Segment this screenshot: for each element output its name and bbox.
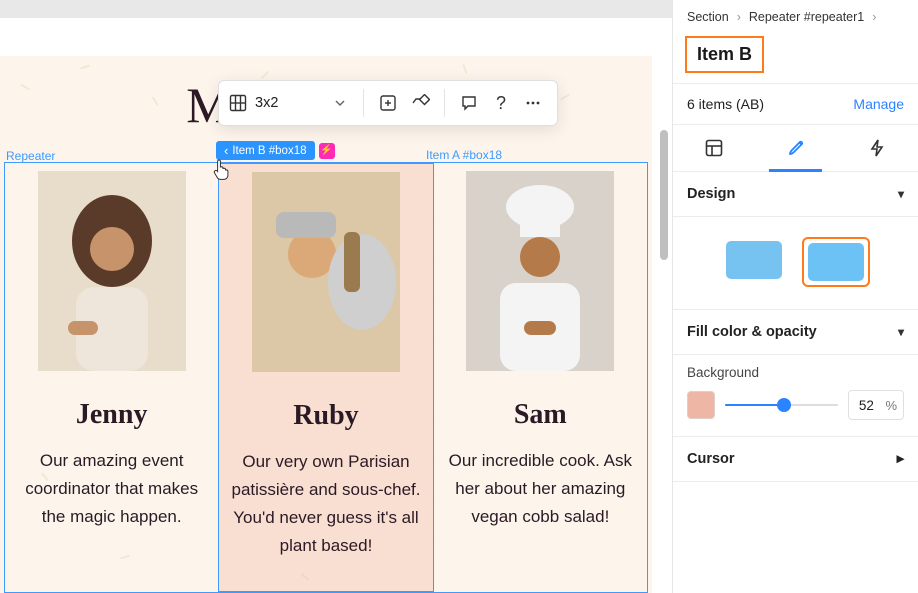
card-ruby[interactable]: Ruby Our very own Parisian patissière an… xyxy=(218,163,433,592)
swatch-1-wrap xyxy=(722,237,786,287)
chevron-down-icon xyxy=(329,92,351,114)
breadcrumb-section[interactable]: Section xyxy=(687,10,729,24)
card-jenny[interactable]: Jenny Our amazing event coordinator that… xyxy=(5,163,218,592)
tab-interactions[interactable] xyxy=(836,125,918,171)
cursor-label: Cursor xyxy=(687,451,735,467)
card-image[interactable] xyxy=(466,171,614,371)
swatch-2[interactable] xyxy=(808,243,864,281)
chevron-right-icon: ▸ xyxy=(897,451,904,467)
cards-row: Jenny Our amazing event coordinator that… xyxy=(5,163,647,592)
card-name[interactable]: Ruby xyxy=(293,400,358,432)
panel-title: Item B xyxy=(697,44,752,64)
bolt-icon[interactable]: ⚡ xyxy=(319,143,335,159)
opacity-slider[interactable] xyxy=(725,396,838,414)
opacity-input-box: % xyxy=(848,390,904,420)
help-button[interactable]: ? xyxy=(485,87,517,119)
fill-section-header[interactable]: Fill color & opacity ▾ xyxy=(673,310,918,355)
design-label: Design xyxy=(687,186,735,202)
items-summary: 6 items (AB) xyxy=(687,96,764,112)
opacity-unit: % xyxy=(883,398,903,413)
background-color-swatch[interactable] xyxy=(687,391,715,419)
panel-tabs xyxy=(673,124,918,172)
card-sam[interactable]: Sam Our incredible cook. Ask her about h… xyxy=(434,163,647,592)
card-desc[interactable]: Our incredible cook. Ask her about her a… xyxy=(442,447,639,531)
tab-design[interactable] xyxy=(755,125,837,171)
design-section-header[interactable]: Design ▾ xyxy=(673,172,918,217)
panel-title-highlight: Item B xyxy=(685,36,764,73)
comment-button[interactable] xyxy=(453,87,485,119)
fill-label: Fill color & opacity xyxy=(687,324,817,340)
repeater-label[interactable]: Repeater xyxy=(6,149,55,163)
canvas-content[interactable]: Meet the team Repeater Item B #box18 ⚡ I… xyxy=(0,56,652,593)
card-name[interactable]: Jenny xyxy=(76,399,148,431)
floating-toolbar: 3x2 ? xyxy=(218,80,558,126)
item-a-chip[interactable]: Item A #box18 xyxy=(426,148,502,162)
canvas-top-strip xyxy=(0,0,672,18)
manage-link[interactable]: Manage xyxy=(853,96,904,112)
grid-select[interactable]: 3x2 xyxy=(219,81,363,125)
swatch-2-wrap xyxy=(802,237,870,287)
background-label: Background xyxy=(687,365,904,380)
slider-fill xyxy=(725,404,784,406)
swatch-1[interactable] xyxy=(726,241,782,279)
canvas-scrollbar[interactable] xyxy=(656,100,670,520)
more-button[interactable] xyxy=(517,87,549,119)
opacity-input[interactable] xyxy=(849,398,883,413)
add-item-button[interactable] xyxy=(372,87,404,119)
background-row: Background % xyxy=(673,355,918,436)
states-button[interactable] xyxy=(404,87,436,119)
card-name[interactable]: Sam xyxy=(514,399,567,431)
tab-layout[interactable] xyxy=(673,125,755,171)
repeater-outline[interactable]: Jenny Our amazing event coordinator that… xyxy=(4,162,648,593)
card-desc[interactable]: Our amazing event coordinator that makes… xyxy=(13,447,210,531)
item-b-chip-wrap: Item B #box18 ⚡ xyxy=(216,141,335,160)
item-b-chip-label: Item B #box18 xyxy=(232,145,306,157)
card-image[interactable] xyxy=(38,171,186,371)
card-desc[interactable]: Our very own Parisian patissière and sou… xyxy=(227,448,424,560)
slider-thumb[interactable] xyxy=(777,398,791,412)
chevron-down-icon: ▾ xyxy=(898,187,904,201)
item-b-chip[interactable]: Item B #box18 xyxy=(216,141,315,160)
chevron-right-icon: › xyxy=(872,10,876,24)
chevron-down-icon: ▾ xyxy=(898,325,904,339)
items-row: 6 items (AB) Manage xyxy=(673,84,918,124)
grid-label: 3x2 xyxy=(255,95,278,111)
inspector-panel: Section › Repeater #repeater1 › Item B 6… xyxy=(672,0,918,593)
design-swatches xyxy=(673,217,918,309)
card-image[interactable] xyxy=(252,172,400,372)
breadcrumb-repeater[interactable]: Repeater #repeater1 xyxy=(749,10,864,24)
chevron-right-icon: › xyxy=(737,10,741,24)
grid-icon xyxy=(227,92,249,114)
breadcrumb: Section › Repeater #repeater1 › xyxy=(673,0,918,30)
cursor-section-header[interactable]: Cursor ▸ xyxy=(673,436,918,482)
